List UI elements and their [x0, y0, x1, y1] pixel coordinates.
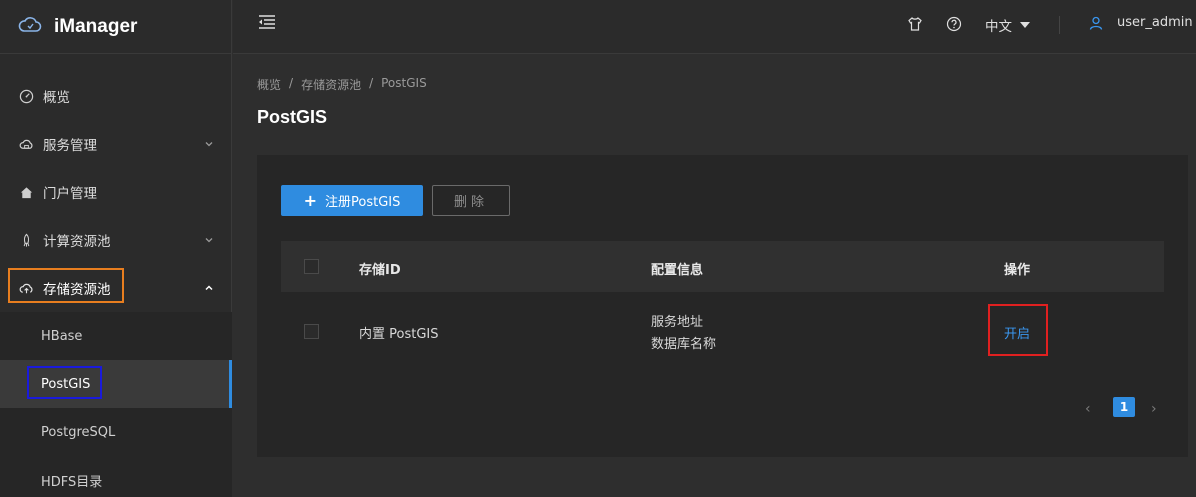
sidebar-item-label: 概览 [43, 90, 70, 106]
content-panel: + 注册PostGIS 删除 存储ID 配置信息 操作 内置 PostGIS 服… [257, 155, 1188, 457]
sidebar-item-storage-pool[interactable]: 存储资源池 [0, 264, 232, 312]
row-checkbox[interactable] [304, 324, 319, 339]
sidebar-subitem-label: HDFS目录 [41, 474, 103, 490]
plus-icon: + [303, 191, 318, 210]
breadcrumb-item[interactable]: 概览 [257, 76, 281, 93]
sidebar-subitem-label: HBase [41, 328, 83, 344]
sidebar-item-overview[interactable]: 概览 [0, 72, 232, 120]
storage-submenu: HBase PostGIS PostgreSQL HDFS目录 [0, 312, 232, 497]
table-header: 存储ID 配置信息 操作 [281, 241, 1164, 292]
home-icon [18, 184, 34, 200]
column-header-action: 操作 [1004, 263, 1031, 278]
cloud-service-icon [18, 136, 34, 152]
header-divider [1059, 16, 1060, 34]
menu-collapse-icon[interactable] [257, 13, 277, 31]
prev-page-icon[interactable]: ‹ [1085, 401, 1097, 417]
language-select[interactable]: 中文 [985, 15, 1030, 35]
logo[interactable]: iManager [0, 0, 231, 54]
sidebar-item-compute-pool[interactable]: 计算资源池 [0, 216, 232, 264]
breadcrumb-item[interactable]: 存储资源池 [301, 76, 361, 93]
sidebar-item-portal-management[interactable]: 门户管理 [0, 168, 232, 216]
sidebar-item-label: 计算资源池 [43, 234, 111, 250]
sidebar-subitem-postgresql[interactable]: PostgreSQL [0, 408, 232, 456]
sidebar-item-label: 门户管理 [43, 186, 97, 202]
username: user_admin [1117, 15, 1193, 30]
user-menu[interactable]: user_admin [1089, 15, 1193, 30]
top-header: 中文 user_admin [233, 0, 1196, 54]
column-header-id: 存储ID [359, 263, 401, 278]
sidebar-subitem-hbase[interactable]: HBase [0, 312, 232, 360]
sidebar-subitem-label: PostgreSQL [41, 424, 116, 440]
sidebar-subitem-hdfs[interactable]: HDFS目录 [0, 456, 232, 497]
config-line: 服务地址 [651, 315, 704, 330]
column-header-config: 配置信息 [651, 263, 704, 278]
next-page-icon[interactable]: › [1151, 401, 1163, 417]
chevron-down-icon [204, 233, 214, 243]
cloud-logo-icon [18, 15, 42, 39]
sidebar-item-service-management[interactable]: 服务管理 [0, 120, 232, 168]
table-row: 内置 PostGIS 服务地址 数据库名称 开启 [281, 292, 1164, 372]
config-info-cell: 服务地址 数据库名称 [651, 312, 716, 356]
enable-link[interactable]: 开启 [1004, 323, 1030, 342]
chevron-up-icon [204, 281, 214, 291]
theme-shirt-icon[interactable] [907, 16, 923, 32]
page-title: PostGIS [257, 107, 328, 127]
sidebar-item-label: 服务管理 [43, 138, 97, 154]
rocket-icon [18, 232, 34, 248]
chevron-down-icon [204, 137, 214, 147]
sidebar-subitem-postgis[interactable]: PostGIS [0, 360, 232, 408]
breadcrumb-separator: / [289, 76, 294, 90]
page-number-current[interactable]: 1 [1113, 397, 1135, 417]
user-icon [1089, 16, 1103, 30]
breadcrumb-item-current: PostGIS [381, 76, 427, 90]
cloud-upload-icon [18, 280, 34, 296]
language-label: 中文 [985, 19, 1012, 35]
sidebar-menu: 概览 服务管理 门户管理 计算资源池 存储资源池 HBase PostGIS P… [0, 72, 232, 497]
caret-down-icon [1020, 22, 1030, 28]
storage-table: 存储ID 配置信息 操作 内置 PostGIS 服务地址 数据库名称 开启 [281, 241, 1164, 372]
pagination: ‹ 1 › [1085, 397, 1163, 417]
sidebar-subitem-label: PostGIS [41, 376, 91, 392]
breadcrumb: 概览 / 存储资源池 / PostGIS [257, 76, 427, 93]
help-icon[interactable] [946, 16, 962, 32]
delete-button[interactable]: 删除 [432, 185, 510, 216]
storage-id-cell: 内置 PostGIS [359, 327, 439, 342]
config-line: 数据库名称 [651, 337, 717, 352]
sidebar: iManager 概览 服务管理 门户管理 计算资源池 存储资源池 HBase … [0, 0, 232, 497]
dashboard-icon [18, 88, 34, 104]
select-all-checkbox[interactable] [304, 259, 319, 274]
register-postgis-button[interactable]: + 注册PostGIS [281, 185, 423, 216]
register-button-label: 注册PostGIS [325, 195, 401, 210]
breadcrumb-separator: / [369, 76, 374, 90]
app-title: iManager [54, 15, 138, 37]
sidebar-item-label: 存储资源池 [43, 282, 111, 298]
